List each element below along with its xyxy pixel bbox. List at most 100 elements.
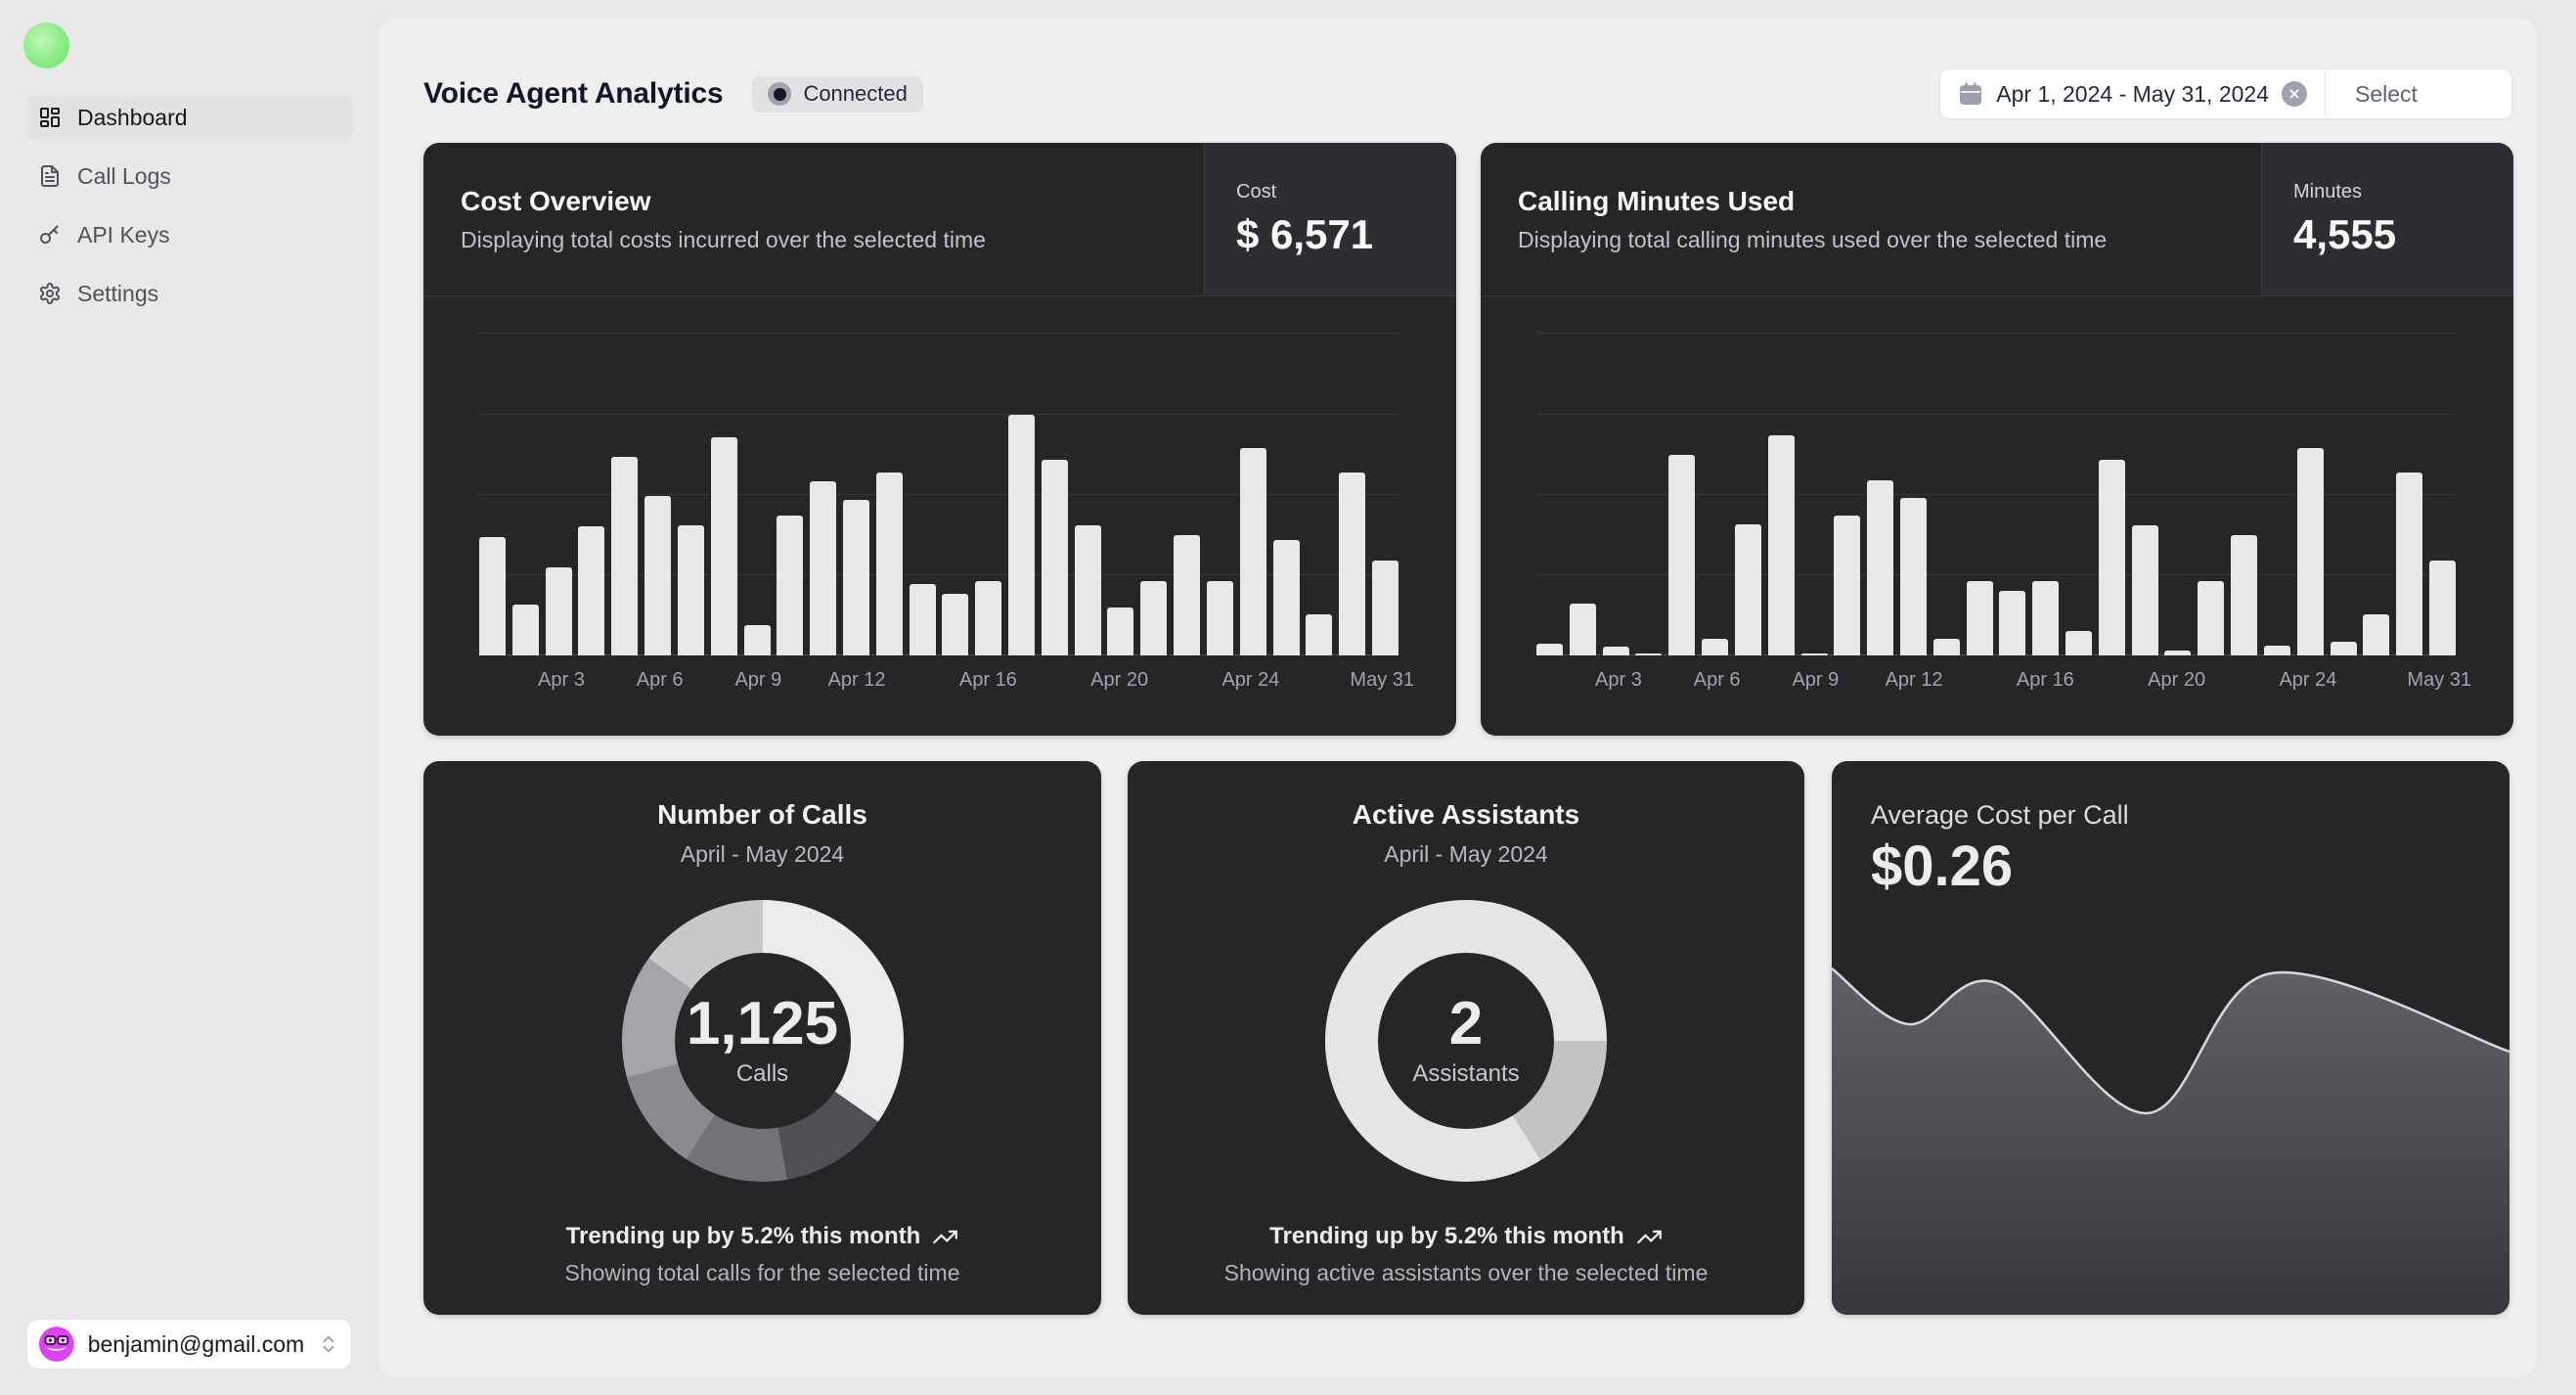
x-axis-label: Apr 16 (959, 669, 1017, 692)
bar (744, 625, 771, 655)
main-panel: Voice Agent Analytics Connected Apr 1, 2… (378, 18, 2536, 1377)
bar (2396, 472, 2422, 655)
bars (1536, 319, 2456, 655)
bar (777, 516, 803, 655)
assistants-total: 2 (1412, 994, 1519, 1055)
app-logo (23, 22, 69, 68)
card-period: April - May 2024 (423, 841, 1101, 868)
bar (975, 581, 1001, 655)
card-header: Calling Minutes Used Displaying total ca… (1481, 143, 2513, 296)
trend-note: Showing active assistants over the selec… (1128, 1260, 1804, 1286)
page-header: Voice Agent Analytics Connected Apr 1, 2… (423, 66, 2512, 122)
card-title: Number of Calls (423, 799, 1101, 831)
bar (1603, 647, 1629, 655)
user-account-menu[interactable]: benjamin@gmail.com (26, 1319, 352, 1370)
bar (1834, 516, 1860, 655)
bar (2132, 525, 2158, 655)
status-dot-icon (768, 82, 791, 106)
trend-note: Showing total calls for the selected tim… (423, 1260, 1101, 1286)
bar (479, 537, 506, 655)
bar (1207, 581, 1233, 655)
bar (1900, 498, 1927, 655)
x-axis-label: Apr 20 (2148, 669, 2205, 692)
bar (1140, 581, 1167, 655)
close-icon (2287, 87, 2301, 101)
trend-row: Trending up by 5.2% this month (423, 1223, 1101, 1250)
trending-up-icon (1636, 1224, 1663, 1250)
cost-overview-card: Cost Overview Displaying total costs inc… (423, 143, 1456, 736)
bar (843, 500, 869, 655)
bar (1042, 460, 1068, 655)
card-title: Calling Minutes Used (1518, 186, 2224, 217)
bar (1339, 472, 1365, 655)
bar (1768, 435, 1795, 655)
calls-donut-chart: 1,125 Calls (622, 900, 904, 1182)
active-assistants-card: Active Assistants April - May 2024 2 Ass… (1128, 761, 1804, 1315)
x-axis-label: Apr 3 (1595, 669, 1642, 692)
x-axis-label: Apr 24 (2279, 669, 2336, 692)
sidebar-item-api-keys[interactable]: API Keys (27, 212, 353, 257)
sidebar: Dashboard Call Logs API Keys Settings be… (0, 0, 378, 1395)
x-axis-label: Apr 16 (2017, 669, 2074, 692)
metric-panel: Cost $ 6,571 (1204, 143, 1456, 295)
bar (1273, 540, 1300, 655)
bar (1536, 644, 1563, 655)
metric-label: Minutes (2293, 181, 2482, 203)
x-axis-label: Apr 9 (734, 669, 781, 692)
chevrons-up-down-icon (318, 1333, 339, 1355)
number-of-calls-card: Number of Calls April - May 2024 1,125 C… (423, 761, 1101, 1315)
bar (1306, 614, 1332, 655)
sidebar-item-label: Dashboard (77, 105, 188, 131)
average-cost-card: Average Cost per Call $0.26 (1832, 761, 2509, 1315)
assistants-donut-chart: 2 Assistants (1325, 900, 1607, 1182)
bar (1967, 581, 1993, 655)
bar (2198, 581, 2224, 655)
card-title: Cost Overview (461, 186, 1167, 217)
bar (1867, 480, 1893, 655)
calendar-icon (1958, 81, 1983, 107)
card-header: Cost Overview Displaying total costs inc… (423, 143, 1456, 296)
bar (2065, 631, 2092, 655)
sidebar-item-dashboard[interactable]: Dashboard (27, 95, 353, 140)
card-subtitle: Displaying total costs incurred over the… (461, 227, 1167, 253)
sidebar-item-call-logs[interactable]: Call Logs (27, 154, 353, 199)
bar (942, 594, 968, 655)
status-badge: Connected (752, 76, 922, 112)
card-subtitle: Displaying total calling minutes used ov… (1518, 227, 2224, 253)
bar (1008, 415, 1035, 655)
sidebar-nav: Dashboard Call Logs API Keys Settings (27, 95, 353, 316)
bar (1999, 591, 2025, 655)
bar (2297, 448, 2324, 655)
cost-bar-chart (479, 319, 1399, 655)
bar (1107, 608, 1133, 655)
average-cost-value: $0.26 (1871, 833, 2013, 899)
bar (2231, 535, 2257, 655)
sidebar-item-settings[interactable]: Settings (27, 271, 353, 316)
minutes-bar-chart (1536, 319, 2456, 655)
x-axis-label: May 31 (2407, 669, 2471, 692)
clear-date-button[interactable] (2282, 81, 2307, 107)
x-axis-label: Apr 24 (1221, 669, 1279, 692)
bar (2099, 460, 2125, 655)
bar (1240, 448, 1266, 655)
bar (1075, 525, 1101, 655)
metric-value: 4,555 (2293, 211, 2482, 258)
bar (578, 526, 604, 655)
card-title: Active Assistants (1128, 799, 1804, 831)
calls-total: 1,125 (687, 994, 838, 1055)
bar (1933, 639, 1960, 655)
x-axis-label: Apr 12 (828, 669, 886, 692)
bar (1702, 639, 1728, 655)
trending-up-icon (932, 1224, 958, 1250)
bars (479, 319, 1399, 655)
bar (2429, 561, 2456, 655)
date-select-button[interactable]: Select (2326, 69, 2511, 118)
bar (644, 496, 671, 655)
bar (810, 481, 836, 655)
avatar (39, 1327, 74, 1362)
trend-row: Trending up by 5.2% this month (1128, 1223, 1804, 1250)
bar (512, 605, 539, 655)
date-range-button[interactable]: Apr 1, 2024 - May 31, 2024 (1940, 69, 2325, 118)
metric-value: $ 6,571 (1236, 211, 1425, 258)
gear-icon (38, 282, 62, 305)
